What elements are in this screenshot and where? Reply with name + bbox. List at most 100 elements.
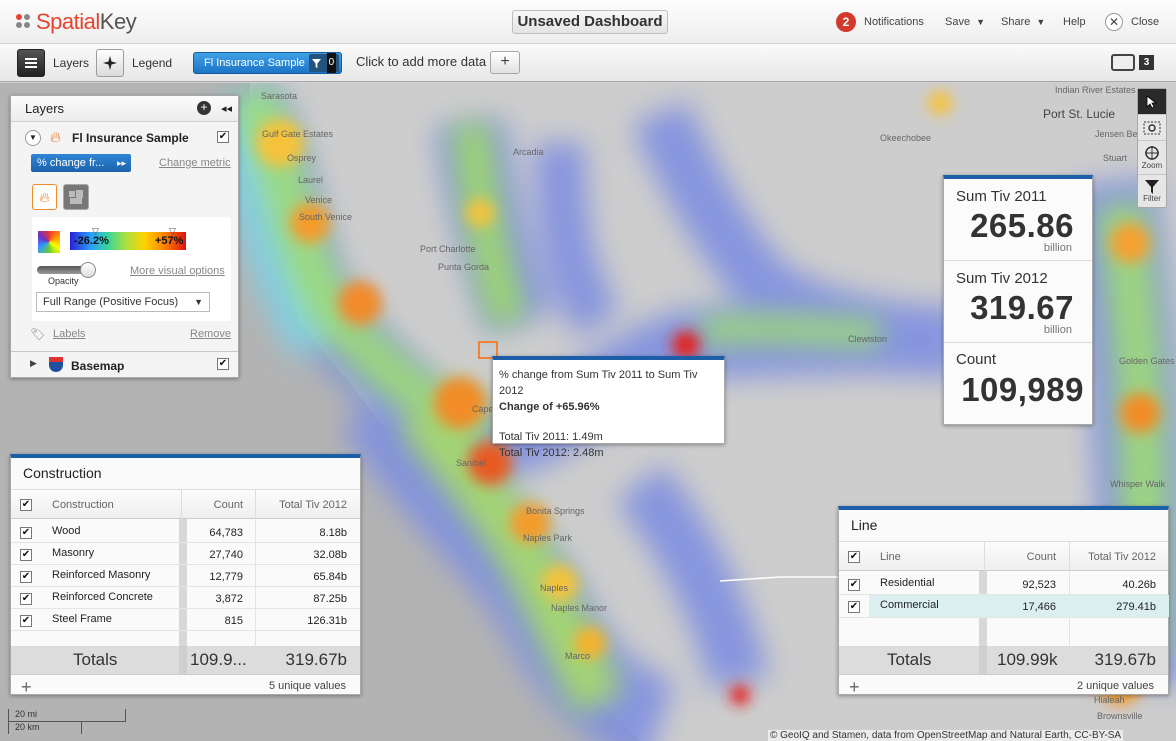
- tooltip-change: Change of +65.96%: [499, 401, 600, 413]
- table-cell[interactable]: Reinforced Concrete: [52, 591, 153, 603]
- table-cell: 87.25b: [313, 593, 347, 605]
- table-cell[interactable]: Residential: [880, 577, 934, 589]
- city-label: Gulf Gate Estates: [262, 129, 334, 139]
- city-label: Naples: [540, 583, 569, 593]
- basemap-label: Basemap: [71, 359, 125, 373]
- spatialkey-logo[interactable]: SpatialKey: [16, 8, 137, 36]
- layer-expand-toggle[interactable]: ▼: [25, 130, 41, 146]
- metric-arrow-icon: ▸▸: [116, 158, 126, 168]
- add-data-button[interactable]: +: [490, 51, 520, 74]
- row-checkbox[interactable]: ✔: [848, 579, 860, 591]
- main-toolbar: Layers Legend: [0, 44, 1176, 82]
- row-checkbox[interactable]: ✔: [20, 549, 32, 561]
- table-cell: 12,779: [209, 571, 243, 583]
- city-label: South Venice: [299, 212, 353, 222]
- add-layer-icon[interactable]: +: [197, 101, 211, 115]
- range-min-handle[interactable]: ▽: [92, 226, 99, 237]
- row-checkbox[interactable]: ✔: [20, 527, 32, 539]
- labels-link[interactable]: Labels: [53, 328, 85, 340]
- help-link[interactable]: Help: [1063, 0, 1086, 44]
- table-cell: 126.31b: [307, 615, 347, 627]
- select-all-checkbox[interactable]: ✔: [20, 499, 32, 511]
- column-header-line[interactable]: Line: [880, 551, 901, 563]
- stats-card: Sum Tiv 2011 265.86 billion Sum Tiv 2012…: [943, 175, 1093, 425]
- count-bar-column: [179, 519, 187, 646]
- stat-label: Count: [956, 351, 997, 368]
- save-label: Save: [945, 16, 971, 28]
- zoom-label: Zoom: [1141, 161, 1163, 170]
- city-label: Punta Gorda: [438, 262, 490, 272]
- column-header-total-tiv[interactable]: Total Tiv 2012: [1088, 551, 1156, 563]
- city-label: Marco: [565, 651, 591, 661]
- share-label: Share: [1001, 16, 1031, 28]
- range-mode-select[interactable]: Full Range (Positive Focus) ▼: [36, 292, 210, 312]
- table-cell: 815: [224, 615, 243, 627]
- basemap-shield-icon: [49, 357, 63, 372]
- dashboard-title[interactable]: Unsaved Dashboard: [512, 10, 668, 34]
- range-max-handle[interactable]: ▽: [169, 226, 176, 237]
- select-all-checkbox[interactable]: ✔: [848, 551, 860, 563]
- regions-icon: [69, 190, 83, 204]
- change-metric-link[interactable]: Change metric: [159, 157, 231, 169]
- zoom-button[interactable]: Zoom: [1138, 141, 1166, 175]
- add-column-icon[interactable]: +: [849, 677, 860, 698]
- table-cell[interactable]: Wood: [52, 525, 81, 537]
- layers-button[interactable]: Layers: [17, 49, 89, 77]
- zoom-box-icon: [1143, 121, 1161, 134]
- layer-visibility-checkbox[interactable]: ✔: [217, 131, 229, 143]
- dataset-filter-button[interactable]: 0: [309, 53, 339, 73]
- column-header-count[interactable]: Count: [1027, 551, 1056, 563]
- table-cell: 279.41b: [1116, 601, 1156, 613]
- city-label: Clewiston: [848, 334, 888, 344]
- basemap-expand-toggle[interactable]: ▶: [30, 358, 37, 369]
- remove-layer-link[interactable]: Remove: [190, 328, 231, 340]
- map-tooltip: % change from Sum Tiv 2011 to Sum Tiv 20…: [492, 356, 725, 459]
- color-ramp-icon[interactable]: [38, 231, 60, 253]
- save-menu[interactable]: Save ▼: [945, 0, 985, 44]
- column-header-construction[interactable]: Construction: [52, 499, 114, 511]
- table-cell: 27,740: [209, 549, 243, 561]
- filter-button[interactable]: Filter: [1138, 175, 1166, 207]
- legend-button[interactable]: Legend: [96, 49, 172, 77]
- app-header: SpatialKey Unsaved Dashboard 2 Notificat…: [0, 0, 1176, 44]
- table-cell[interactable]: Steel Frame: [52, 613, 112, 625]
- table-cell[interactable]: Masonry: [52, 547, 94, 559]
- metric-label: % change fr...: [37, 157, 105, 169]
- select-tool-button[interactable]: [1138, 89, 1166, 115]
- notifications-button[interactable]: 2 Notifications: [836, 0, 924, 44]
- share-menu[interactable]: Share ▼: [1001, 0, 1045, 44]
- metric-selector[interactable]: % change fr... ▸▸: [31, 154, 131, 172]
- layers-icon: [17, 49, 45, 77]
- stat-unit: billion: [1043, 324, 1072, 336]
- column-header-count[interactable]: Count: [214, 499, 243, 511]
- table-cell[interactable]: Commercial: [880, 599, 939, 611]
- totals-tiv: 319.67b: [1094, 650, 1156, 669]
- heatmap-style-button[interactable]: 🔥︎: [32, 184, 57, 210]
- table-cell[interactable]: Reinforced Masonry: [52, 569, 150, 581]
- opacity-slider-thumb[interactable]: [80, 262, 96, 278]
- row-checkbox[interactable]: ✔: [20, 571, 32, 583]
- region-style-button[interactable]: [63, 184, 89, 210]
- more-visual-options-link[interactable]: More visual options: [130, 265, 225, 277]
- close-label: Close: [1131, 16, 1160, 28]
- screen-layout-icon[interactable]: [1111, 54, 1135, 71]
- add-data-prompt[interactable]: Click to add more data: [356, 54, 486, 69]
- close-button[interactable]: ✕ Close: [1105, 0, 1159, 44]
- zoom-box-button[interactable]: [1138, 115, 1166, 141]
- table-cell: 65.84b: [313, 571, 347, 583]
- column-header-total-tiv[interactable]: Total Tiv 2012: [279, 499, 347, 511]
- table-cell: 8.18b: [319, 527, 347, 539]
- stat-value: 109,989: [961, 371, 1084, 408]
- caret-down-icon: ▼: [976, 17, 985, 27]
- crosshair-icon: [1145, 146, 1159, 160]
- basemap-visibility-checkbox[interactable]: ✔: [217, 358, 229, 370]
- add-column-icon[interactable]: +: [21, 677, 32, 698]
- city-label: Port St. Lucie: [1043, 107, 1116, 121]
- row-checkbox[interactable]: ✔: [848, 601, 860, 613]
- collapse-panel-icon[interactable]: ◂◂: [221, 96, 232, 122]
- dataset-pill[interactable]: Fl Insurance Sample 0: [193, 52, 342, 74]
- layers-label: Layers: [53, 56, 90, 70]
- row-checkbox[interactable]: ✔: [20, 615, 32, 627]
- pointer-icon: [1146, 94, 1158, 109]
- row-checkbox[interactable]: ✔: [20, 593, 32, 605]
